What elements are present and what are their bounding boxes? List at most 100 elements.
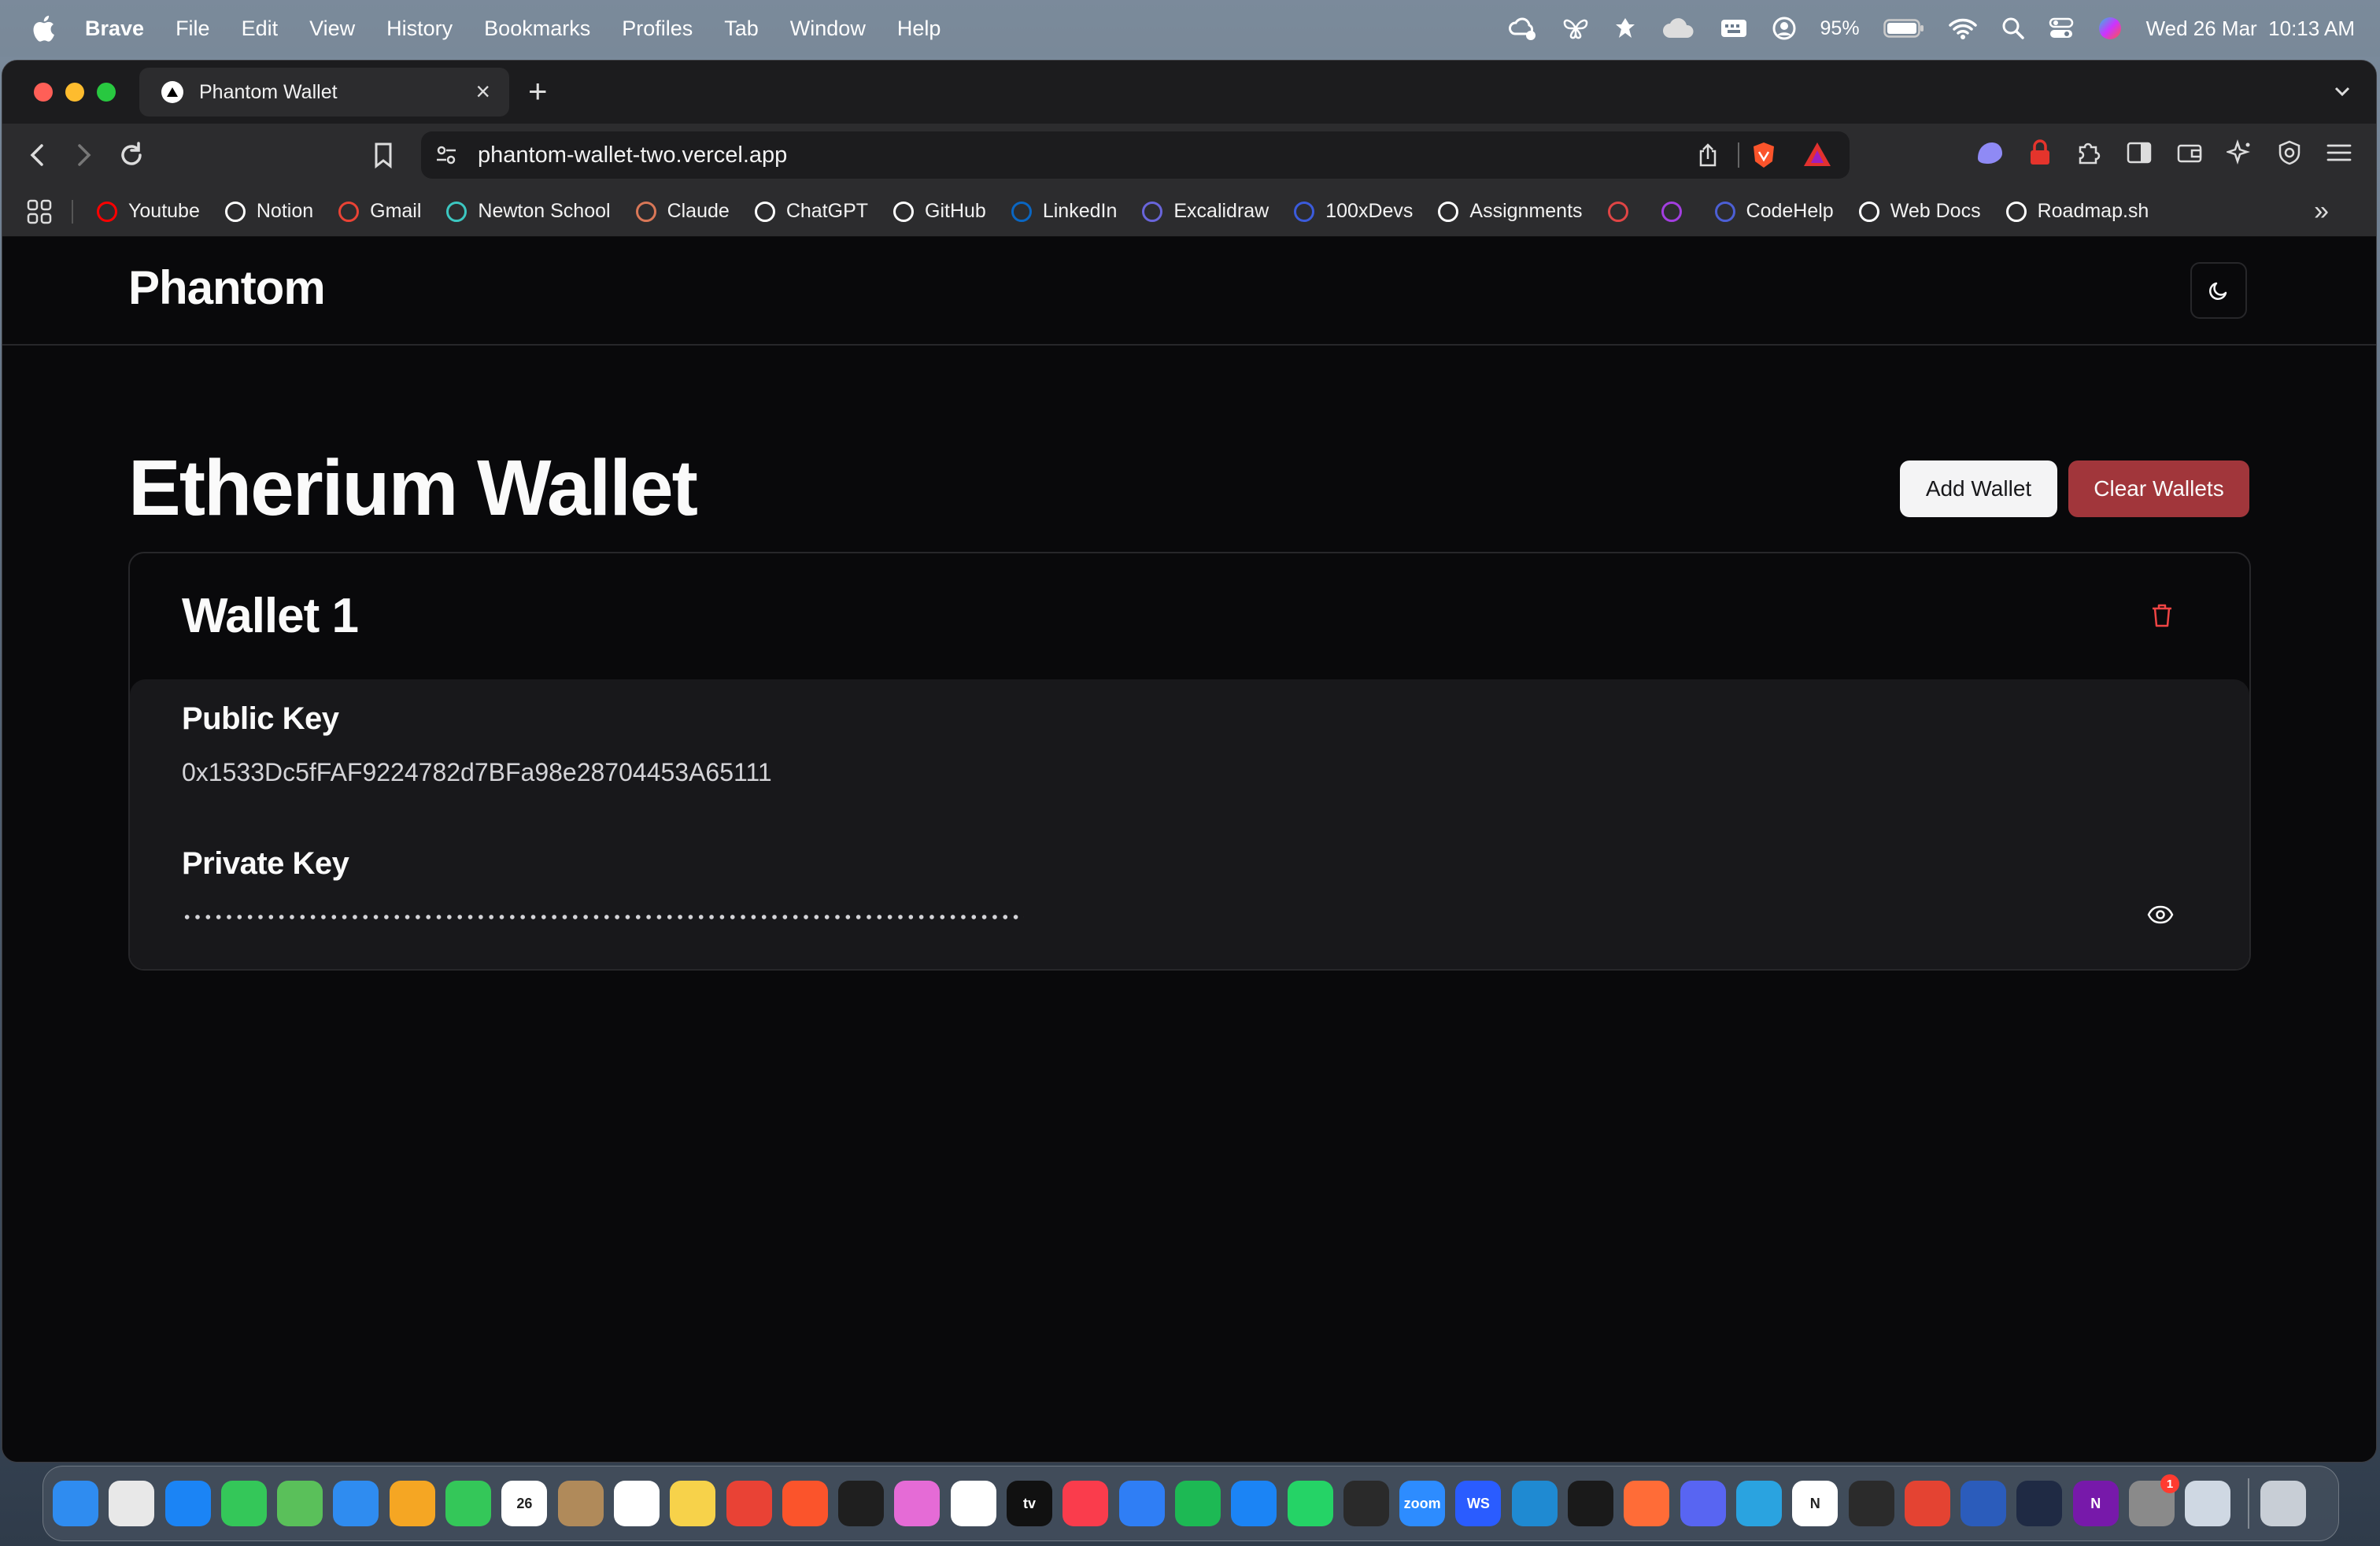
new-tab-plus-icon[interactable]: + (528, 75, 548, 108)
menu-app-name[interactable]: Brave (85, 17, 144, 41)
maps-icon[interactable] (277, 1481, 323, 1526)
apple-icon[interactable] (31, 15, 55, 42)
trash-icon[interactable] (2260, 1481, 2306, 1526)
menu-edit[interactable]: Edit (242, 17, 279, 41)
facetime-icon[interactable] (445, 1481, 492, 1526)
vpn-shield-icon[interactable] (2277, 139, 2302, 166)
phantom-extension-icon[interactable] (1975, 139, 2005, 166)
tab-close-icon[interactable]: × (475, 79, 490, 104)
preview-icon[interactable] (2185, 1481, 2231, 1526)
brand-logo-text[interactable]: Phantom (128, 261, 326, 315)
spotlight-search-icon[interactable] (2001, 17, 2025, 40)
keyboard-icon[interactable] (1720, 17, 1748, 39)
capcut-icon[interactable] (1343, 1481, 1389, 1526)
share-icon[interactable] (1697, 142, 1719, 168)
bookmark-item[interactable]: Youtube (97, 200, 200, 223)
zoom-window-button[interactable] (97, 83, 116, 102)
forward-arrow-icon[interactable] (72, 141, 95, 169)
more-bookmarks-chevron-icon[interactable]: » (2314, 198, 2329, 224)
user-circle-icon[interactable] (1772, 16, 1797, 41)
site-settings-icon[interactable] (435, 144, 457, 166)
system-settings-icon[interactable]: 1 (2128, 1474, 2179, 1526)
telegram-icon[interactable] (1735, 1481, 1782, 1526)
app-store-icon[interactable] (1231, 1481, 1277, 1526)
calendar-icon[interactable]: 26 (501, 1481, 548, 1526)
bookmark-item[interactable]: LinkedIn (1011, 200, 1117, 223)
bookmark-item[interactable]: Claude (635, 200, 730, 223)
music-icon[interactable] (1062, 1481, 1109, 1526)
cloud-sync-icon[interactable] (1507, 15, 1539, 42)
whatsapp-icon[interactable] (1287, 1481, 1333, 1526)
tab-list-chevron-down-icon[interactable] (2332, 81, 2352, 102)
show-private-key-eye-icon[interactable] (2147, 904, 2174, 925)
keynote-icon[interactable] (1118, 1481, 1165, 1526)
apple-tv-icon[interactable]: tv (1007, 1481, 1053, 1526)
launchpad-icon[interactable] (109, 1481, 155, 1526)
cursor-icon[interactable] (1568, 1481, 1614, 1526)
todoist-icon[interactable] (1904, 1481, 1950, 1526)
close-window-button[interactable] (34, 83, 53, 102)
finder-icon[interactable] (53, 1481, 98, 1526)
webstorm-icon[interactable]: WS (1455, 1481, 1502, 1526)
bookmark-item[interactable]: CodeHelp (1714, 200, 1834, 223)
bookmark-item[interactable]: Gmail (338, 200, 421, 223)
menu-help[interactable]: Help (897, 17, 941, 41)
drone-icon[interactable] (1613, 16, 1638, 41)
spotify-icon[interactable] (1174, 1481, 1221, 1526)
menu-tab[interactable]: Tab (724, 17, 759, 41)
address-bar[interactable]: phantom-wallet-two.vercel.app (421, 131, 1850, 179)
bookmark-item[interactable]: GitHub (893, 200, 986, 223)
bookmark-item[interactable]: Roadmap.sh (2005, 200, 2149, 223)
chrome-icon[interactable] (726, 1481, 772, 1526)
arc-icon[interactable] (894, 1481, 941, 1526)
minimize-window-button[interactable] (65, 83, 84, 102)
bookmark-item[interactable]: Newton School (446, 200, 611, 223)
menu-bookmarks[interactable]: Bookmarks (484, 17, 590, 41)
hamburger-menu-icon[interactable] (2326, 139, 2352, 166)
tab-phantom-wallet[interactable]: Phantom Wallet × (139, 68, 509, 117)
menu-profiles[interactable]: Profiles (622, 17, 693, 41)
discord-icon[interactable] (1680, 1481, 1726, 1526)
add-wallet-button[interactable]: Add Wallet (1900, 460, 2057, 517)
delete-wallet-trash-icon[interactable] (2150, 602, 2174, 629)
wallet-icon[interactable] (2176, 139, 2203, 166)
private-key-masked-value[interactable] (182, 914, 1024, 920)
public-key-value[interactable]: 0x1533Dc5fFAF9224782d7BFa98e28704453A651… (182, 758, 772, 787)
freeform-icon[interactable] (950, 1481, 996, 1526)
reminders-icon[interactable] (613, 1481, 660, 1526)
control-center-icon[interactable] (2049, 17, 2074, 40)
battery-icon[interactable] (1883, 18, 1924, 39)
photos-icon[interactable] (389, 1481, 435, 1526)
siri-icon[interactable] (2097, 16, 2123, 41)
safari-icon[interactable] (164, 1481, 211, 1526)
zoom-icon[interactable]: zoom (1399, 1481, 1446, 1526)
menu-file[interactable]: File (176, 17, 210, 41)
reload-icon[interactable] (117, 141, 146, 169)
terminal-icon[interactable] (2016, 1481, 2063, 1526)
clear-wallets-button[interactable]: Clear Wallets (2068, 460, 2249, 517)
extensions-puzzle-icon[interactable] (2075, 139, 2102, 166)
bookmark-item[interactable]: Web Docs (1858, 200, 1981, 223)
bookmark-item[interactable]: Excalidraw (1142, 200, 1269, 223)
postman-icon[interactable] (1624, 1481, 1670, 1526)
bookmark-item[interactable] (1607, 201, 1639, 222)
theme-toggle-button[interactable] (2190, 262, 2247, 319)
bookmark-item[interactable]: 100xDevs (1294, 200, 1413, 223)
menu-window[interactable]: Window (790, 17, 866, 41)
bookmark-item[interactable]: Assignments (1438, 200, 1583, 223)
icloud-icon[interactable] (1661, 17, 1696, 39)
brave-rewards-icon[interactable] (1802, 141, 1832, 168)
bookmark-page-icon[interactable] (372, 141, 394, 169)
bookmark-item[interactable]: ChatGPT (754, 200, 868, 223)
leo-ai-icon[interactable] (2227, 139, 2253, 166)
onenote-icon[interactable]: N (2072, 1481, 2119, 1526)
butterfly-icon[interactable] (1562, 17, 1589, 40)
url-text[interactable]: phantom-wallet-two.vercel.app (478, 142, 787, 168)
menu-datetime[interactable]: Wed 26 Mar 10:13 AM (2146, 17, 2355, 41)
contacts-icon[interactable] (557, 1481, 604, 1526)
notion-icon[interactable]: N (1792, 1481, 1839, 1526)
bookmark-item[interactable]: Notion (224, 200, 313, 223)
bookmark-item[interactable] (1661, 201, 1693, 222)
brave-shields-icon[interactable] (1750, 141, 1777, 169)
bitwarden-lock-icon[interactable] (2028, 139, 2052, 166)
